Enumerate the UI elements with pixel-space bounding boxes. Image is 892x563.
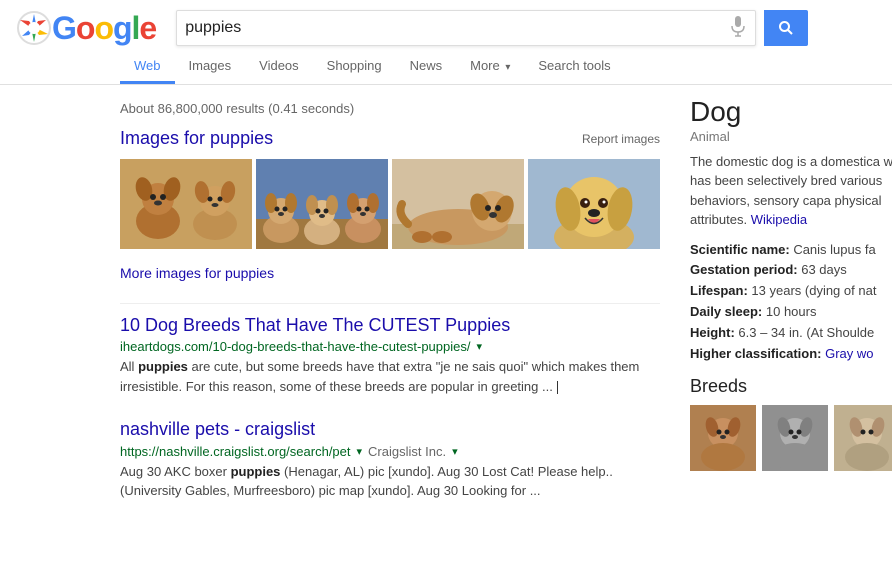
kp-fact-scientific: Scientific name: Canis lupus fa xyxy=(690,240,892,261)
kp-breeds-grid xyxy=(690,405,892,471)
result-snippet-2: Aug 30 AKC boxer puppies (Henagar, AL) p… xyxy=(120,462,660,501)
more-dropdown-arrow: ▾ xyxy=(505,62,510,73)
puppy-image-4[interactable] xyxy=(528,159,660,249)
result-title-1[interactable]: 10 Dog Breeds That Have The CUTEST Puppi… xyxy=(120,314,660,337)
images-grid[interactable] xyxy=(120,159,660,249)
result-url-row-2: https://nashville.craigslist.org/search/… xyxy=(120,444,660,459)
result-item-1: 10 Dog Breeds That Have The CUTEST Puppi… xyxy=(120,314,660,396)
kp-subtitle: Animal xyxy=(690,129,892,144)
result-dropdown-1[interactable]: ▾ xyxy=(476,340,482,353)
puppy-image-1[interactable] xyxy=(120,159,252,249)
breed-thumb-3[interactable] xyxy=(834,405,892,471)
kp-classification-link[interactable]: Gray wo xyxy=(825,346,873,361)
more-images-link[interactable]: More images for puppies xyxy=(120,259,660,287)
tab-shopping[interactable]: Shopping xyxy=(313,50,396,84)
logo-letter-e: e xyxy=(139,10,156,46)
logo-letter-o1: o xyxy=(76,10,95,46)
puppy-image-2[interactable] xyxy=(256,159,388,249)
results-column: About 86,800,000 results (0.41 seconds) … xyxy=(120,85,660,523)
microphone-icon[interactable] xyxy=(729,15,747,42)
breed-thumb-2[interactable] xyxy=(762,405,828,471)
kp-fact-classification: Higher classification: Gray wo xyxy=(690,344,892,365)
results-count: About 86,800,000 results (0.41 seconds) xyxy=(120,95,660,128)
tab-images[interactable]: Images xyxy=(175,50,246,84)
result-source-2: Craigslist Inc. xyxy=(368,444,446,459)
result-title-2[interactable]: nashville pets - craigslist xyxy=(120,418,660,441)
search-input[interactable]: puppies xyxy=(185,19,721,37)
result-source-dropdown-2[interactable]: ▾ xyxy=(452,445,458,458)
knowledge-panel: Dog Animal The domestic dog is a domesti… xyxy=(690,85,892,523)
google-wheel-icon xyxy=(16,10,52,46)
logo-letter-o2: o xyxy=(94,10,113,46)
kp-wikipedia-link[interactable]: Wikipedia xyxy=(751,212,807,227)
divider-1 xyxy=(120,303,660,304)
main-content: About 86,800,000 results (0.41 seconds) … xyxy=(0,85,892,523)
result-url-row-1: iheartdogs.com/10-dog-breeds-that-have-t… xyxy=(120,339,660,354)
logo-letter-g: G xyxy=(52,10,76,46)
result-url-2: https://nashville.craigslist.org/search/… xyxy=(120,444,351,459)
kp-description: The domestic dog is a domestica which ha… xyxy=(690,152,892,230)
google-logo[interactable]: Google xyxy=(16,10,156,46)
report-images-link[interactable]: Report images xyxy=(582,132,660,146)
logo-letter-g2: g xyxy=(113,10,132,46)
search-bar: puppies xyxy=(176,10,756,46)
images-section: Images for puppies Report images xyxy=(120,128,660,287)
images-for-puppies-link[interactable]: Images for puppies xyxy=(120,128,273,149)
tab-more[interactable]: More ▾ xyxy=(456,50,524,84)
kp-breeds-title: Breeds xyxy=(690,376,892,397)
images-header: Images for puppies Report images xyxy=(120,128,660,149)
search-button[interactable] xyxy=(764,10,808,46)
kp-fact-height: Height: 6.3 – 34 in. (At Shoulde xyxy=(690,323,892,344)
tab-search-tools[interactable]: Search tools xyxy=(524,50,624,84)
breed-thumb-1[interactable] xyxy=(690,405,756,471)
kp-fact-lifespan: Lifespan: 13 years (dying of nat xyxy=(690,281,892,302)
result-dropdown-2[interactable]: ▾ xyxy=(357,445,363,458)
kp-title: Dog xyxy=(690,95,892,129)
result-snippet-1: All puppies are cute, but some breeds ha… xyxy=(120,357,660,396)
tab-videos[interactable]: Videos xyxy=(245,50,313,84)
kp-fact-sleep: Daily sleep: 10 hours xyxy=(690,302,892,323)
result-item-2: nashville pets - craigslist https://nash… xyxy=(120,418,660,500)
puppy-image-3[interactable] xyxy=(392,159,524,249)
tab-news[interactable]: News xyxy=(396,50,457,84)
tab-web[interactable]: Web xyxy=(120,50,175,84)
text-cursor xyxy=(557,381,558,394)
nav-tabs: Web Images Videos Shopping News More ▾ S… xyxy=(0,50,892,84)
result-url-1: iheartdogs.com/10-dog-breeds-that-have-t… xyxy=(120,339,470,354)
kp-fact-gestation: Gestation period: 63 days xyxy=(690,260,892,281)
